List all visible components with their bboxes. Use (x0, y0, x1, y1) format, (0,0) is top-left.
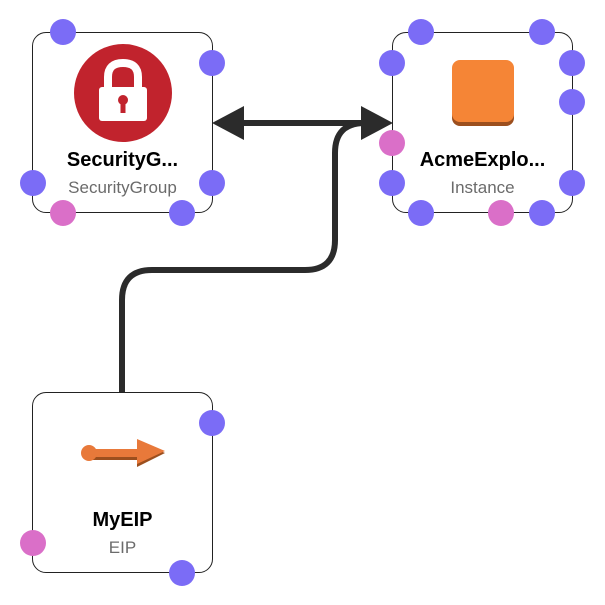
connection-port[interactable] (169, 200, 195, 226)
arrowhead-left (212, 106, 244, 140)
connection-port[interactable] (529, 200, 555, 226)
connection-port[interactable] (20, 170, 46, 196)
node-eip[interactable]: MyEIP EIP (32, 392, 213, 573)
connection-port[interactable] (379, 170, 405, 196)
connection-port-active[interactable] (50, 200, 76, 226)
connection-port-active[interactable] (379, 130, 405, 156)
node-security-group[interactable]: SecurityG... SecurityGroup (32, 32, 213, 213)
connection-port[interactable] (408, 200, 434, 226)
connection-port[interactable] (199, 170, 225, 196)
padlock-icon (73, 43, 173, 143)
node-type-label: EIP (108, 538, 137, 557)
node-title: AcmeExplo... (419, 149, 546, 171)
elastic-ip-arrow-icon (79, 437, 169, 473)
node-instance[interactable]: AcmeExplo... Instance (392, 32, 573, 213)
connection-port-active[interactable] (20, 530, 46, 556)
instance-square-icon (450, 58, 516, 128)
connection-port-active[interactable] (488, 200, 514, 226)
diagram-canvas: SecurityG... SecurityGroup AcmeExplo... … (0, 0, 605, 605)
connection-port[interactable] (169, 560, 195, 586)
node-type-label: SecurityGroup (68, 178, 177, 197)
connection-port[interactable] (529, 19, 555, 45)
connection-port[interactable] (559, 170, 585, 196)
connection-port[interactable] (408, 19, 434, 45)
node-type-label: Instance (450, 178, 515, 197)
connection-port[interactable] (559, 50, 585, 76)
node-title: SecurityG... (66, 149, 179, 171)
node-title: MyEIP (92, 509, 153, 531)
connection-port[interactable] (50, 19, 76, 45)
connection-port[interactable] (379, 50, 405, 76)
connection-port[interactable] (199, 50, 225, 76)
connection-port[interactable] (559, 89, 585, 115)
connection-port[interactable] (199, 410, 225, 436)
